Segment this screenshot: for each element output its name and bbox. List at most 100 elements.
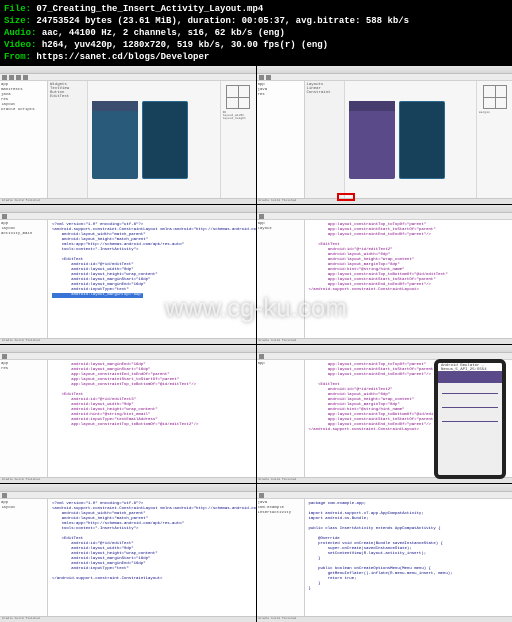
window-titlebar (0, 484, 256, 492)
tree-item[interactable]: res (1, 367, 46, 372)
widget-palette[interactable]: Layouts Linear Constraint (305, 81, 345, 198)
code-editor[interactable]: <?xml version="1.0" encoding="utf-8"?> <… (48, 220, 256, 337)
ide-pane-xml-2: app layout app:layout_constraintTop_toTo… (257, 205, 512, 343)
from-value: https://sanet.cd/blogs/Developer (36, 52, 209, 62)
tree-item[interactable]: InsertActivity (258, 511, 303, 516)
constraint-widget[interactable] (226, 85, 250, 109)
window-titlebar (257, 66, 512, 74)
code-editor[interactable]: package com.example.app; import android.… (305, 499, 512, 616)
highlight-marker (337, 193, 355, 201)
main-toolbar (257, 213, 512, 220)
app-bar (92, 101, 138, 111)
ide-pane-design-1: app manifests java res layout Gradle Scr… (0, 66, 256, 204)
attributes-panel[interactable]: ID layout_width layout_height (220, 81, 256, 198)
widget-palette[interactable]: Widgets TextView Button EditText (48, 81, 88, 198)
code-editor[interactable]: android:layout_marginEnd="16dp" android:… (48, 360, 256, 477)
media-info-header: File: 07_Creating_the_Insert_Activity_La… (0, 0, 512, 66)
palette-item[interactable]: Constraint (307, 91, 342, 95)
main-toolbar (0, 492, 256, 499)
project-tree[interactable]: app res (0, 360, 48, 477)
toolbar-icon[interactable] (9, 75, 14, 80)
project-tree[interactable]: app layout (257, 220, 305, 337)
design-canvas[interactable] (345, 81, 477, 198)
code-editor[interactable]: app:layout_constraintTop_toTopOf="parent… (305, 220, 512, 337)
main-toolbar (0, 213, 256, 220)
window-titlebar (257, 345, 512, 353)
tree-item[interactable]: activity_main (1, 232, 46, 237)
emulator-window[interactable]: Android Emulator - Nexus_5_API_25:5554 (434, 359, 506, 479)
status-bar: Gradle build finished (0, 477, 256, 483)
attributes-panel[interactable]: margin (476, 81, 512, 198)
project-tree[interactable]: app layout (0, 499, 48, 616)
ide-pane-xml-4: app app:layout_constraintTop_toTopOf="pa… (257, 345, 512, 483)
status-bar: Gradle build finished (0, 198, 256, 204)
from-label: From: (4, 52, 31, 62)
status-bar: Gradle build finished (0, 338, 256, 344)
toolbar-icon[interactable] (259, 354, 264, 359)
code-block: android:layout_marginEnd="16dp" android:… (52, 363, 198, 427)
code-block: package com.example.app; import android.… (309, 502, 453, 591)
device-preview[interactable] (92, 101, 138, 179)
ide-pane-xml-1: app layout activity_main <?xml version="… (0, 205, 256, 343)
toolbar-icon[interactable] (259, 493, 264, 498)
device-preview[interactable] (349, 101, 395, 179)
toolbar-icon[interactable] (2, 354, 7, 359)
toolbar-icon[interactable] (2, 75, 7, 80)
design-canvas[interactable] (88, 81, 220, 198)
code-block: app:layout_constraintTop_toTopOf="parent… (309, 223, 448, 292)
main-toolbar (0, 74, 256, 81)
project-tree[interactable]: app java res (257, 81, 305, 198)
toolbar-icon[interactable] (266, 75, 271, 80)
tree-item[interactable]: res (258, 93, 303, 98)
project-tree[interactable]: app (257, 360, 305, 477)
audio-label: Audio: (4, 28, 36, 38)
ide-pane-xml-3: app res android:layout_marginEnd="16dp" … (0, 345, 256, 483)
code-block: <?xml version="1.0" encoding="utf-8"?> <… (52, 223, 256, 292)
toolbar-icon[interactable] (16, 75, 21, 80)
file-value: 07_Creating_the_Insert_Activity_Layout.m… (36, 4, 263, 14)
code-block: app:layout_constraintTop_toTopOf="parent… (309, 363, 448, 432)
main-toolbar (0, 353, 256, 360)
status-bar: Gradle build finished (257, 616, 512, 622)
emulator-text-field[interactable] (442, 414, 498, 422)
project-tree[interactable]: java com.example InsertActivity (257, 499, 305, 616)
tree-item[interactable]: app (258, 362, 303, 367)
blueprint-preview[interactable] (142, 101, 188, 179)
app-bar (349, 101, 395, 111)
status-bar: Gradle build finished (0, 616, 256, 622)
code-editor[interactable]: <?xml version="1.0" encoding="utf-8"?> <… (48, 499, 256, 616)
ide-pane-design-2: app java res Layouts Linear Constraint (257, 66, 512, 204)
blueprint-preview[interactable] (399, 101, 445, 179)
ide-pane-java: java com.example InsertActivity package … (257, 484, 512, 622)
tree-item[interactable]: Gradle Scripts (1, 108, 46, 113)
toolbar-icon[interactable] (259, 214, 264, 219)
code-line: </android.support.constraint.ConstraintL… (52, 577, 162, 581)
project-tree[interactable]: app layout activity_main (0, 220, 48, 337)
tree-item[interactable]: layout (258, 227, 303, 232)
emulator-text-field[interactable] (442, 400, 498, 408)
window-titlebar (0, 205, 256, 213)
constraint-widget[interactable] (483, 85, 507, 109)
emulator-screen[interactable]: Android Emulator - Nexus_5_API_25:5554 (438, 363, 502, 475)
toolbar-icon[interactable] (2, 214, 7, 219)
toolbar-icon[interactable] (23, 75, 28, 80)
main-toolbar (257, 74, 512, 81)
thumbnail-grid: app manifests java res layout Gradle Scr… (0, 66, 512, 622)
size-value: 24753524 bytes (23.61 MiB), duration: 00… (36, 16, 409, 26)
code-block: <?xml version="1.0" encoding="utf-8"?> <… (52, 502, 256, 571)
emulator-text-field[interactable] (442, 386, 498, 394)
toolbar-icon[interactable] (259, 75, 264, 80)
emulator-app-bar (438, 371, 502, 383)
toolbar-icon[interactable] (2, 493, 7, 498)
video-value: h264, yuv420p, 1280x720, 519 kb/s, 30.00… (42, 40, 328, 50)
status-bar: Gradle build finished (257, 198, 512, 204)
video-label: Video: (4, 40, 36, 50)
file-label: File: (4, 4, 31, 14)
attr-row[interactable]: layout_height (223, 117, 254, 120)
project-tree[interactable]: app manifests java res layout Gradle Scr… (0, 81, 48, 198)
window-titlebar (257, 484, 512, 492)
tree-item[interactable]: layout (1, 506, 46, 511)
palette-item[interactable]: EditText (50, 95, 85, 99)
attr-row[interactable]: margin (479, 111, 510, 114)
emulator-title: Android Emulator - Nexus_5_API_25:5554 (438, 363, 502, 371)
